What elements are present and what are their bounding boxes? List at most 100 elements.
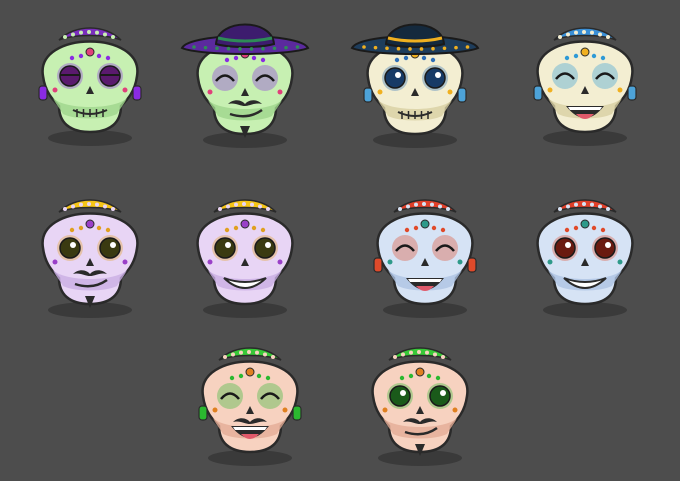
eye-socket-left — [217, 383, 243, 409]
hat-dot — [454, 45, 458, 50]
forehead-dot — [78, 53, 84, 59]
earring-right — [292, 405, 302, 421]
forehead-gem — [85, 47, 95, 57]
headband-dot — [103, 204, 107, 209]
headband-dot — [95, 30, 99, 35]
eye-socket-right — [257, 383, 283, 409]
headband-dot — [258, 204, 262, 209]
hat-dot — [465, 45, 470, 49]
headband-dot — [574, 202, 578, 207]
headband-dot — [441, 355, 445, 359]
hat-dot — [295, 45, 300, 49]
hat-dot — [419, 47, 424, 51]
forehead-gem — [415, 367, 425, 377]
headband-dot — [590, 30, 594, 35]
headband-dot — [63, 207, 67, 211]
eye-left — [389, 385, 411, 407]
headband-dot — [414, 202, 418, 207]
forehead-dot — [224, 227, 230, 233]
headband-dot — [266, 207, 270, 211]
forehead-gem — [420, 219, 430, 229]
headband-dot — [234, 202, 238, 207]
headband-dot — [425, 350, 429, 355]
cheek-dot — [457, 259, 463, 265]
cheek-dot — [277, 89, 283, 95]
headband-dot — [598, 204, 602, 209]
eye-shine-right — [440, 390, 446, 396]
hat-crown — [384, 23, 446, 48]
headband-dot — [103, 32, 107, 37]
cheek-dot — [277, 259, 283, 265]
forehead-dot — [600, 55, 606, 61]
headband-dot — [590, 202, 594, 207]
cheek-dot — [212, 407, 218, 413]
cheek-dot — [382, 407, 388, 413]
forehead-dot — [591, 225, 597, 231]
teeth — [408, 279, 442, 282]
hat-dot — [442, 46, 447, 51]
forehead-dot — [403, 55, 409, 61]
forehead-dot — [394, 57, 400, 63]
sugar-skull-peach-mustache — [355, 330, 485, 470]
forehead-dot — [69, 227, 75, 233]
eye-shine-left — [225, 242, 231, 248]
headband-dot — [231, 352, 235, 357]
hat-dot — [396, 46, 401, 51]
headband-dot — [263, 352, 267, 357]
eye-left — [384, 67, 406, 89]
forehead-dot — [435, 375, 441, 381]
hat-dot — [362, 45, 366, 49]
forehead-gem — [580, 219, 590, 229]
forehead-dot — [573, 225, 579, 231]
eye-right — [99, 237, 121, 259]
sugar-skull-green-sombrero — [180, 12, 310, 152]
forehead-dot — [591, 53, 597, 59]
cheek-dot — [617, 87, 623, 93]
hat-dot — [385, 46, 389, 51]
forehead-dot — [431, 225, 437, 231]
forehead-gem — [580, 47, 590, 57]
forehead-dot — [78, 225, 84, 231]
forehead-dot — [564, 55, 570, 61]
hat-dot — [431, 46, 435, 51]
earring-right — [627, 85, 637, 101]
eye-socket-right — [432, 235, 458, 261]
cheek-dot — [282, 407, 288, 413]
forehead-gem — [245, 367, 255, 377]
forehead-dot — [564, 227, 570, 233]
hat-dot — [203, 45, 208, 50]
cheek-dot — [452, 407, 458, 413]
cheek-dot — [122, 87, 128, 93]
forehead-dot — [233, 225, 239, 231]
earring-left — [373, 257, 383, 273]
headband-dot — [417, 350, 421, 354]
sugar-skull-lavender-mustache — [25, 182, 155, 322]
cheek-dot — [547, 259, 553, 265]
headband-dot — [79, 30, 83, 35]
headband-dot — [606, 207, 610, 211]
forehead-dot — [256, 373, 262, 379]
headband-dot — [218, 207, 222, 211]
headband-dot — [558, 207, 562, 211]
forehead-dot — [440, 227, 446, 233]
headband-dot — [63, 35, 67, 39]
forehead-dot — [399, 375, 405, 381]
headband-dot — [606, 35, 610, 39]
headband-dot — [398, 207, 402, 211]
headband-dot — [430, 202, 434, 207]
headband-dot — [446, 207, 450, 211]
forehead-dot — [105, 227, 111, 233]
headband-dot — [87, 30, 91, 34]
headband-dot — [422, 202, 426, 206]
forehead-dot — [265, 375, 271, 381]
forehead-dot — [229, 375, 235, 381]
forehead-dot — [600, 227, 606, 233]
forehead-gem — [85, 219, 95, 229]
forehead-dot — [404, 227, 410, 233]
headband-dot — [582, 30, 586, 34]
earring-left — [198, 405, 208, 421]
forehead-dot — [260, 57, 266, 63]
headband-dot — [406, 204, 410, 209]
earring-right — [467, 257, 477, 273]
headband-dot — [87, 202, 91, 206]
